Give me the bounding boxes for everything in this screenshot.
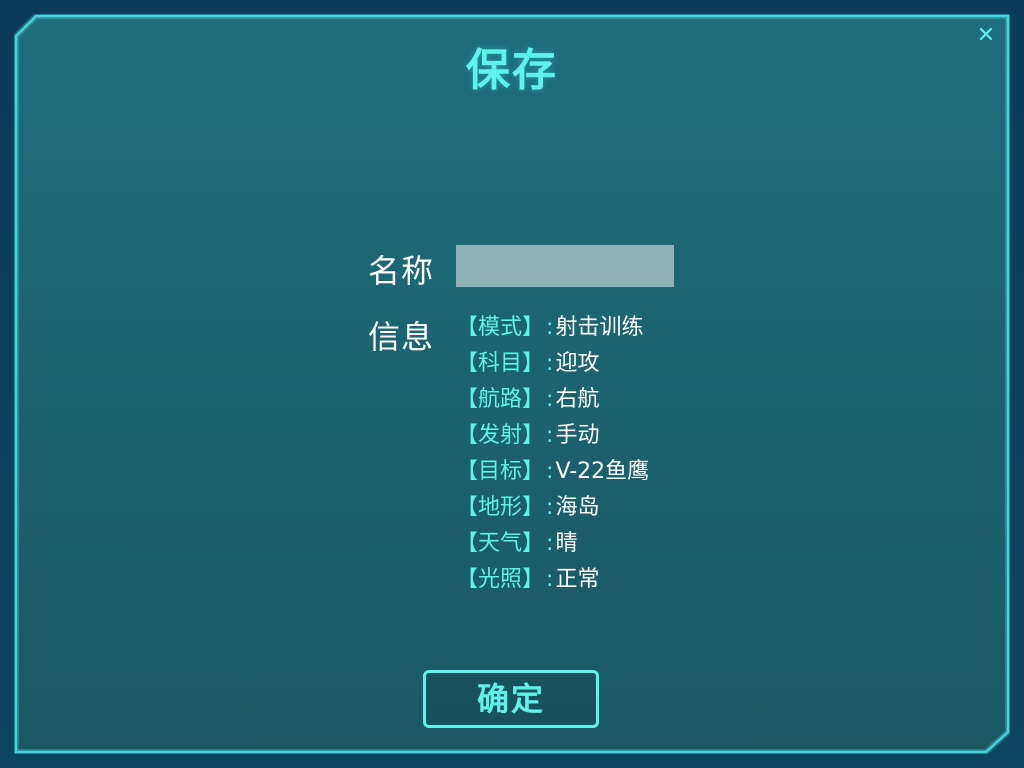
save-dialog: 保存 ✕ 名称 信息 【模式】:射击训练 【科目】:迎攻 【航路】:右航 【发射… (14, 14, 1010, 754)
info-value: 海岛 (555, 495, 600, 520)
info-row-weather: 【天气】:晴 (456, 526, 756, 562)
info-separator: : (546, 351, 554, 376)
info-key: 【目标】 (456, 459, 545, 484)
info-separator: : (546, 387, 554, 412)
info-separator: : (546, 495, 554, 520)
info-value: 晴 (555, 531, 578, 556)
info-value: 右航 (555, 387, 600, 412)
close-icon[interactable]: ✕ (974, 24, 998, 48)
info-label: 信息 (368, 318, 435, 356)
info-value: 迎攻 (555, 351, 600, 376)
info-row-mode: 【模式】:射击训练 (456, 310, 756, 346)
info-value: 正常 (555, 567, 600, 592)
info-row-target: 【目标】:V-22鱼鹰 (456, 454, 756, 490)
info-row-lighting: 【光照】:正常 (456, 562, 756, 598)
info-value: 手动 (555, 423, 600, 448)
info-key: 【科目】 (456, 351, 545, 376)
info-list: 【模式】:射击训练 【科目】:迎攻 【航路】:右航 【发射】:手动 【目标】:V… (456, 310, 756, 598)
info-row-subject: 【科目】:迎攻 (456, 346, 756, 382)
info-key: 【天气】 (456, 531, 545, 556)
info-row-terrain: 【地形】:海岛 (456, 490, 756, 526)
info-row-route: 【航路】:右航 (456, 382, 756, 418)
info-value: V-22鱼鹰 (555, 459, 650, 484)
info-separator: : (546, 567, 554, 592)
info-key: 【模式】 (456, 315, 545, 340)
info-key: 【航路】 (456, 387, 545, 412)
info-separator: : (546, 459, 554, 484)
info-key: 【地形】 (456, 495, 545, 520)
info-separator: : (546, 315, 554, 340)
info-row-launch: 【发射】:手动 (456, 418, 756, 454)
name-label: 名称 (368, 252, 435, 290)
name-input[interactable] (456, 245, 674, 287)
info-key: 【发射】 (456, 423, 545, 448)
info-key: 【光照】 (456, 567, 545, 592)
confirm-button[interactable]: 确定 (423, 670, 599, 728)
info-value: 射击训练 (555, 315, 644, 340)
info-separator: : (546, 531, 554, 556)
info-separator: : (546, 423, 554, 448)
dialog-title: 保存 (466, 45, 558, 96)
